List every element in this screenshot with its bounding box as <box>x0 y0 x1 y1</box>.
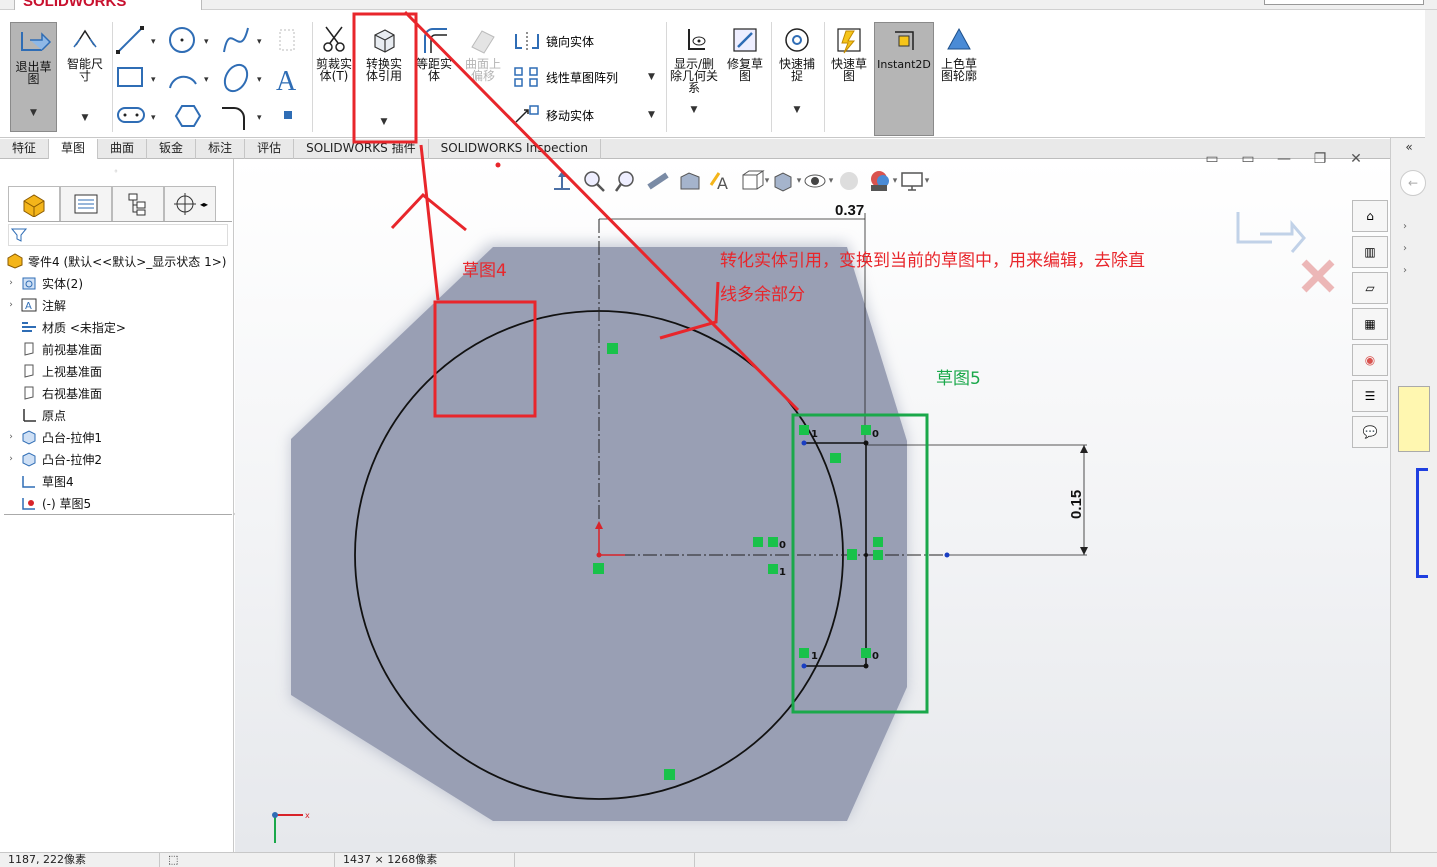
status-bar: 1187, 222像素 ⬚ 1437 × 1268像素 <box>0 852 1437 867</box>
annotation-note-line2: 线多余部分 <box>720 285 805 305</box>
status-cell <box>515 853 695 867</box>
annotation-overlay <box>352 10 929 714</box>
highlight-sketch4-region <box>433 300 537 418</box>
selection-icon: ⬚ <box>160 853 335 867</box>
label-sketch4: 草图4 <box>462 261 507 281</box>
annotation-arrow-sketch5 <box>403 10 800 412</box>
highlight-sketch5-region <box>791 413 929 714</box>
red-dot <box>495 162 501 168</box>
annotation-note-line1: 转化实体引用，变换到当前的草图中，用来编辑，去除直 <box>720 251 1145 271</box>
annotation-arrow-sketch4 <box>390 144 467 301</box>
cursor-position: 1187, 222像素 <box>0 853 160 867</box>
highlight-convert-button <box>352 12 418 144</box>
image-size: 1437 × 1268像素 <box>335 853 515 867</box>
label-sketch5: 草图5 <box>936 369 981 389</box>
